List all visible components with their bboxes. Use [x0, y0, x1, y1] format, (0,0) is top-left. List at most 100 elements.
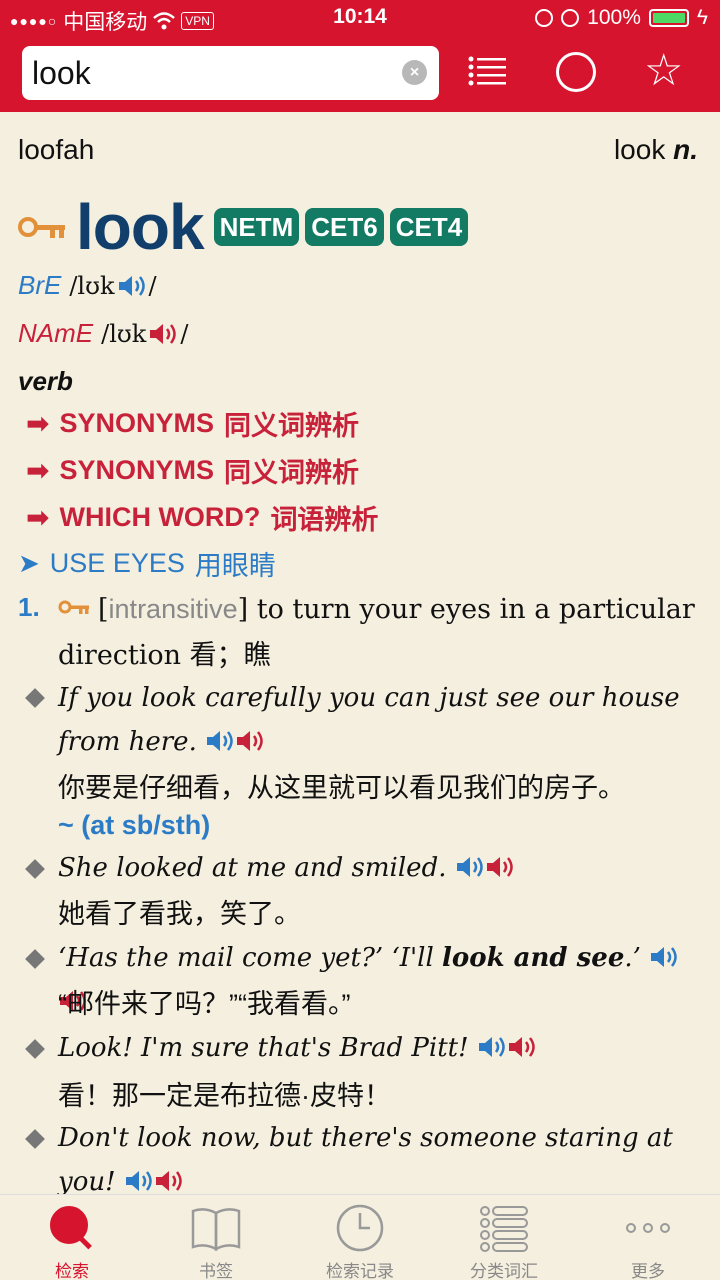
example-sentence: If you look carefully you can just see o… — [58, 676, 708, 764]
triangle-right-icon: ➤ — [18, 548, 40, 578]
example-translation: “邮件来了吗？”“我看看。” — [58, 989, 351, 1019]
clear-circle-icon[interactable]: × — [402, 60, 427, 85]
example-text: If you look carefully you can just see o… — [58, 683, 680, 757]
key-icon — [18, 217, 65, 238]
charging-icon: ϟ — [696, 6, 708, 29]
example-bullet — [25, 688, 45, 708]
speaker-icon[interactable] — [485, 855, 515, 879]
speaker-icon[interactable] — [455, 855, 485, 879]
grammar-open: [ — [98, 594, 109, 625]
arrow-right-icon: ➡ — [26, 502, 50, 533]
example-text: .’ — [624, 943, 641, 973]
headword-row: look NETM CET6 CET4 — [18, 190, 474, 264]
tab-search[interactable]: 检索 — [0, 1195, 144, 1280]
part-of-speech: verb — [18, 366, 73, 396]
tab-categories[interactable]: 分类词汇 — [432, 1195, 576, 1280]
speaker-icon[interactable] — [477, 1035, 507, 1059]
dictionary-entry: loofah look n. look NETM CET6 CET4 BrE /… — [0, 112, 720, 1194]
level-badge: CET4 — [389, 208, 469, 246]
prev-word-link[interactable]: loofah — [18, 134, 94, 166]
xref-label: SYNONYMS — [59, 455, 214, 485]
speaker-icon[interactable] — [507, 1035, 537, 1059]
tab-label: 检索记录 — [326, 1262, 394, 1280]
example-translation: 她看了看我，笑了。 — [58, 899, 301, 929]
example-bullet — [25, 859, 45, 879]
ipa-slash: / — [180, 319, 189, 348]
arrow-right-icon: ➡ — [26, 408, 50, 439]
headword: look — [76, 191, 205, 263]
grammar-label: intransitive — [108, 594, 238, 624]
example-bullet — [25, 1039, 45, 1059]
example-sentence: She looked at me and smiled. — [58, 846, 708, 890]
clock-icon — [336, 1204, 384, 1252]
next-word-link[interactable]: look n. — [614, 134, 698, 166]
sense-number: 1. — [18, 592, 40, 622]
app-header: ●●●●○ 中国移动 VPN 10:14 100% ϟ × ☆ — [0, 0, 720, 112]
name-ipa: /lʊk — [101, 319, 147, 348]
arrow-right-icon: ➡ — [26, 455, 50, 486]
tab-bar: 检索 书签 检索记录 分类词汇 更多 — [0, 1194, 720, 1280]
tab-more[interactable]: 更多 — [576, 1195, 720, 1280]
xref-label-zh: 词语辨析 — [270, 505, 379, 535]
shortcut-heading[interactable]: ➤ USE EYES 用眼睛 — [18, 544, 276, 583]
speaker-icon[interactable] — [235, 729, 265, 753]
definition-translation: 看；瞧 — [189, 640, 271, 671]
example-bullet — [25, 949, 45, 969]
lock-rotation-icon — [535, 9, 554, 27]
xref-label: SYNONYMS — [59, 408, 214, 438]
example-translation: 看！那一定是布拉德·皮特！ — [58, 1081, 391, 1111]
tab-label: 书签 — [199, 1262, 233, 1280]
status-bar: ●●●●○ 中国移动 VPN 10:14 100% ϟ — [0, 0, 720, 36]
search-icon — [50, 1206, 92, 1250]
synonyms-link[interactable]: ➡ SYNONYMS 同义词辨析 — [26, 451, 359, 490]
bre-label: BrE — [18, 270, 62, 300]
which-word-link[interactable]: ➡ WHICH WORD? 词语辨析 — [26, 498, 378, 537]
speaker-icon[interactable] — [148, 322, 178, 346]
list-icon[interactable] — [468, 56, 506, 86]
example-text: Look! I'm sure that's Brad Pitt! — [58, 1033, 469, 1063]
battery-icon — [648, 9, 689, 27]
level-badge: NETM — [213, 208, 300, 246]
tab-label: 更多 — [631, 1262, 665, 1280]
name-label: NAmE — [18, 318, 94, 348]
search-box: × — [22, 46, 439, 100]
speaker-icon[interactable] — [117, 274, 147, 298]
next-word-pos: n. — [673, 134, 698, 165]
xref-label-zh: 同义词辨析 — [224, 458, 359, 488]
battery-percent: 100% — [587, 6, 641, 29]
british-pronunciation: BrE /lʊk / — [18, 270, 157, 301]
example-text: ‘Has the mail come yet?’ ‘I'll — [58, 943, 443, 973]
xref-label: WHICH WORD? — [59, 502, 261, 532]
sense-definition: [intransitive] to turn your eyes in a pa… — [58, 586, 698, 679]
xref-label-zh: 同义词辨析 — [224, 411, 359, 441]
tab-label: 检索 — [55, 1262, 89, 1280]
example-bullet — [25, 1129, 45, 1149]
next-word: look — [613, 134, 666, 165]
example-highlight: look and see — [442, 943, 625, 973]
tab-label: 分类词汇 — [470, 1262, 538, 1280]
bre-ipa: /lʊk — [69, 271, 115, 300]
synonyms-link[interactable]: ➡ SYNONYMS 同义词辨析 — [26, 404, 359, 443]
grammar-pattern: ~ (at sb/sth) — [58, 810, 211, 840]
ipa-slash: / — [148, 271, 157, 300]
example-sentence: Look! I'm sure that's Brad Pitt! — [58, 1026, 708, 1070]
shortcut-en: USE EYES — [49, 548, 185, 578]
level-badge: CET6 — [305, 208, 384, 246]
book-icon — [191, 1208, 241, 1252]
american-pronunciation: NAmE /lʊk / — [18, 318, 188, 349]
speaker-icon[interactable] — [205, 729, 235, 753]
star-icon[interactable]: ☆ — [644, 48, 683, 94]
key-icon — [58, 600, 89, 614]
grammar-close: ] — [237, 594, 249, 625]
speaker-icon[interactable] — [124, 1169, 154, 1193]
speaker-icon[interactable] — [154, 1169, 184, 1193]
example-text: She looked at me and smiled. — [58, 853, 447, 883]
list-icon — [480, 1206, 528, 1252]
circle-icon[interactable] — [556, 52, 596, 92]
alarm-icon — [561, 9, 580, 27]
tab-bookmarks[interactable]: 书签 — [144, 1195, 288, 1280]
search-input[interactable] — [32, 52, 392, 94]
shortcut-zh: 用眼睛 — [194, 551, 276, 581]
tab-history[interactable]: 检索记录 — [288, 1195, 432, 1280]
speaker-icon[interactable] — [649, 945, 679, 969]
